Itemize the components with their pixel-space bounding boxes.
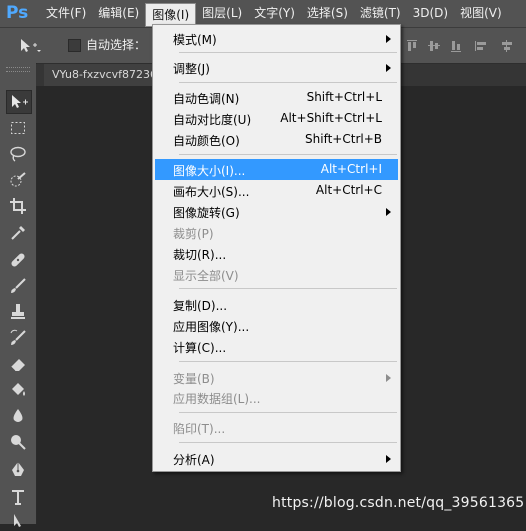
- menu-item-label: 应用图像(Y)...: [173, 320, 250, 334]
- menu-item-image-size[interactable]: 图像大小(I)... Alt+Ctrl+I: [155, 159, 398, 180]
- pen-tool-icon[interactable]: [6, 459, 30, 481]
- menu-item-auto-color[interactable]: 自动颜色(O) Shift+Ctrl+B: [155, 129, 398, 150]
- menu-item-variables: 变量(B): [155, 367, 398, 388]
- lasso-tool-icon[interactable]: [6, 143, 30, 165]
- menu-item-apply-data-set: 应用数据组(L)...: [155, 387, 398, 408]
- menu-view[interactable]: 视图(V): [454, 0, 508, 27]
- eraser-tool-icon[interactable]: [6, 353, 30, 375]
- menu-item-reveal-all: 显示全部(V): [155, 264, 398, 285]
- menu-item-label: 模式(M): [173, 33, 217, 47]
- menu-edit[interactable]: 编辑(E): [92, 0, 145, 27]
- submenu-arrow-icon: [386, 455, 391, 463]
- menu-item-shortcut: Alt+Ctrl+C: [315, 183, 382, 197]
- menu-item-adjustments[interactable]: 调整(J): [155, 57, 398, 78]
- clone-stamp-tool-icon[interactable]: [6, 301, 30, 323]
- menu-layer[interactable]: 图层(L): [196, 0, 248, 27]
- menu-item-label: 应用数据组(L)...: [173, 392, 261, 406]
- align-hcenter-icon[interactable]: [500, 39, 514, 53]
- menu-item-canvas-size[interactable]: 画布大小(S)... Alt+Ctrl+C: [155, 180, 398, 201]
- menu-select[interactable]: 选择(S): [301, 0, 354, 27]
- menu-separator: [179, 412, 397, 413]
- menu-separator: [179, 288, 397, 289]
- menu-separator: [179, 361, 397, 362]
- menu-item-trim[interactable]: 裁切(R)...: [155, 243, 398, 264]
- blur-tool-icon[interactable]: [6, 405, 30, 427]
- menu-item-label: 自动对比度(U): [173, 113, 252, 127]
- menu-item-label: 裁剪(P): [173, 227, 214, 241]
- move-tool-icon[interactable]: [6, 90, 32, 114]
- menu-item-crop: 裁剪(P): [155, 222, 398, 243]
- type-tool-icon[interactable]: [6, 486, 30, 508]
- menu-item-label: 调整(J): [173, 62, 210, 76]
- brush-tool-icon[interactable]: [6, 275, 30, 297]
- menu-item-shortcut: Shift+Ctrl+L: [306, 90, 382, 104]
- menu-item-shortcut: Alt+Ctrl+I: [320, 162, 382, 176]
- align-vcenter-icon[interactable]: [427, 39, 441, 53]
- menu-item-label: 裁切(R)...: [173, 248, 227, 262]
- menu-item-label: 图像大小(I)...: [173, 164, 246, 178]
- menu-separator: [179, 442, 397, 443]
- submenu-arrow-icon: [386, 208, 391, 216]
- auto-select-checkbox[interactable]: [68, 39, 81, 52]
- menu-item-image-rotation[interactable]: 图像旋转(G): [155, 201, 398, 222]
- crop-tool-icon[interactable]: [6, 195, 30, 217]
- align-top-icon[interactable]: [405, 39, 419, 53]
- menu-type[interactable]: 文字(Y): [248, 0, 301, 27]
- menu-item-label: 显示全部(V): [173, 269, 239, 283]
- menu-item-duplicate[interactable]: 复制(D)...: [155, 294, 398, 315]
- history-brush-tool-icon[interactable]: [6, 327, 30, 349]
- menu-separator: [179, 52, 397, 53]
- marquee-tool-icon[interactable]: [6, 117, 30, 139]
- menu-item-trap: 陷印(T)...: [155, 417, 398, 438]
- quick-select-tool-icon[interactable]: [6, 169, 30, 191]
- move-tool-preset-icon[interactable]: [17, 37, 41, 55]
- tools-panel: [0, 63, 37, 527]
- submenu-arrow-icon: [386, 374, 391, 382]
- path-select-tool-icon[interactable]: [6, 509, 30, 531]
- menu-item-mode[interactable]: 模式(M): [155, 28, 398, 49]
- healing-brush-tool-icon[interactable]: [6, 249, 30, 271]
- menu-item-label: 变量(B): [173, 372, 215, 386]
- photoshop-logo: Ps: [6, 3, 29, 23]
- menu-item-auto-tone[interactable]: 自动色调(N) Shift+Ctrl+L: [155, 87, 398, 108]
- align-bottom-icon[interactable]: [449, 39, 463, 53]
- submenu-arrow-icon: [386, 35, 391, 43]
- panel-grip[interactable]: [6, 67, 30, 72]
- menu-file[interactable]: 文件(F): [40, 0, 92, 27]
- menu-3d[interactable]: 3D(D): [407, 0, 454, 27]
- image-menu-dropdown: 模式(M) 调整(J) 自动色调(N) Shift+Ctrl+L 自动对比度(U…: [152, 24, 401, 472]
- menu-item-label: 计算(C)...: [173, 341, 227, 355]
- menu-item-auto-contrast[interactable]: 自动对比度(U) Alt+Shift+Ctrl+L: [155, 108, 398, 129]
- menu-item-calculations[interactable]: 计算(C)...: [155, 336, 398, 357]
- eyedropper-tool-icon[interactable]: [6, 222, 30, 244]
- document-tab[interactable]: VYu8-fxzvcvf87236: [44, 64, 166, 86]
- menu-filter[interactable]: 滤镜(T): [354, 0, 407, 27]
- submenu-arrow-icon: [386, 64, 391, 72]
- paint-bucket-tool-icon[interactable]: [6, 379, 30, 401]
- menu-item-label: 分析(A): [173, 453, 215, 467]
- watermark-text: https://blog.csdn.net/qq_39561365: [272, 495, 525, 511]
- menu-item-shortcut: Shift+Ctrl+B: [305, 132, 382, 146]
- menu-item-label: 复制(D)...: [173, 299, 228, 313]
- menu-item-shortcut: Alt+Shift+Ctrl+L: [280, 111, 382, 125]
- dodge-tool-icon[interactable]: [6, 431, 30, 453]
- menu-separator: [179, 154, 397, 155]
- menu-item-apply-image[interactable]: 应用图像(Y)...: [155, 315, 398, 336]
- menu-item-label: 图像旋转(G): [173, 206, 240, 220]
- menu-item-label: 画布大小(S)...: [173, 185, 250, 199]
- align-left-icon[interactable]: [474, 39, 488, 53]
- menu-item-label: 陷印(T)...: [173, 422, 226, 436]
- menu-image[interactable]: 图像(I): [145, 2, 197, 27]
- auto-select-label: 自动选择：: [86, 38, 147, 52]
- menu-item-label: 自动颜色(O): [173, 134, 240, 148]
- menu-item-analysis[interactable]: 分析(A): [155, 448, 398, 469]
- menu-separator: [179, 82, 397, 83]
- menu-item-label: 自动色调(N): [173, 92, 240, 106]
